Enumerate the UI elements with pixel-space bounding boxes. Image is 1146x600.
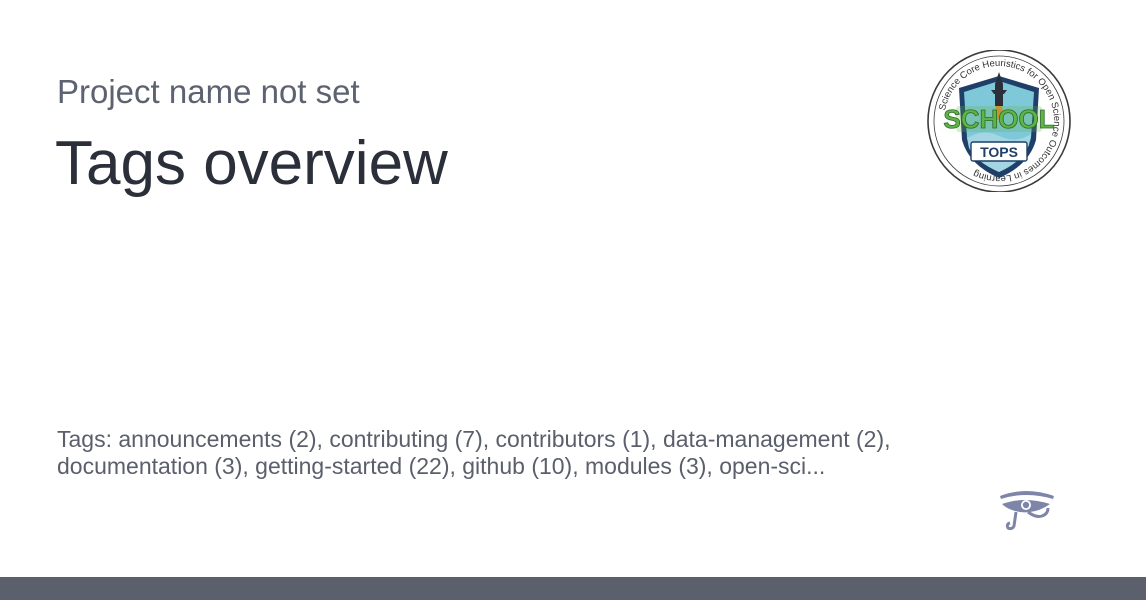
project-name: Project name not set xyxy=(57,73,360,110)
logo-word-school: SCHOOL xyxy=(943,104,1054,134)
school-tops-badge-icon: Science Core Heuristics for Open Science… xyxy=(927,49,1071,193)
school-tops-logo: Science Core Heuristics for Open Science… xyxy=(924,49,1074,193)
tags-prefix: Tags: xyxy=(57,426,112,452)
logo-word-tops: TOPS xyxy=(980,144,1018,160)
tags-summary: Tags: announcements (2), contributing (7… xyxy=(57,426,957,480)
page-title: Tags overview xyxy=(55,129,448,198)
footer-bar xyxy=(0,577,1146,600)
eye-of-horus-icon xyxy=(996,488,1056,532)
tags-list: announcements (2), contributing (7), con… xyxy=(57,426,891,479)
social-card: Project name not set Tags overview Scien… xyxy=(0,0,1146,600)
